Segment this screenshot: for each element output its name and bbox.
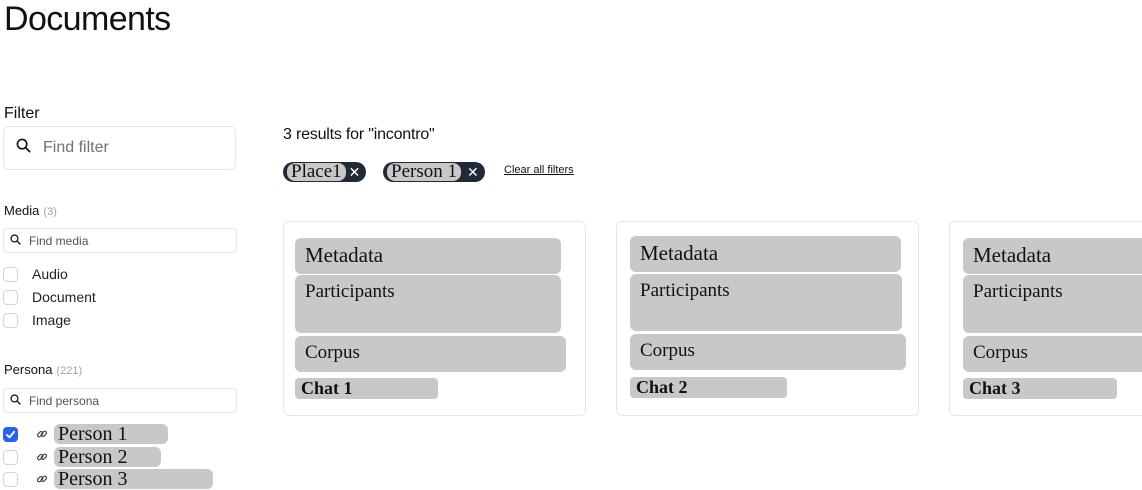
card-chat-title[interactable]: Chat 2 bbox=[630, 377, 787, 398]
media-option-label: Audio bbox=[32, 266, 68, 282]
card-metadata: Metadata bbox=[295, 238, 561, 274]
checkbox[interactable] bbox=[3, 266, 18, 282]
media-option-label: Document bbox=[32, 289, 96, 305]
close-icon[interactable]: ✕ bbox=[467, 163, 479, 181]
card-corpus: Corpus bbox=[295, 336, 566, 372]
persona-label: Person 1 bbox=[54, 424, 168, 444]
media-option-image[interactable]: Image bbox=[3, 309, 71, 331]
persona-section-title: Persona (221) bbox=[4, 362, 82, 377]
results-heading: 3 results for "incontro" bbox=[283, 126, 435, 143]
clear-all-filters-link[interactable]: Clear all filters bbox=[504, 164, 574, 176]
persona-option-person-1[interactable]: Person 1 bbox=[3, 423, 168, 445]
card-metadata: Metadata bbox=[963, 238, 1142, 274]
checkbox-checked[interactable] bbox=[3, 426, 18, 442]
card-metadata: Metadata bbox=[630, 236, 901, 272]
filter-chip-label: Person 1 bbox=[387, 162, 461, 181]
card-chat-title[interactable]: Chat 3 bbox=[963, 378, 1117, 399]
card-corpus: Corpus bbox=[630, 334, 906, 370]
checkbox[interactable] bbox=[3, 471, 18, 487]
find-media-input[interactable] bbox=[27, 232, 221, 249]
media-option-audio[interactable]: Audio bbox=[3, 263, 68, 285]
media-option-label: Image bbox=[32, 312, 71, 328]
card-participants: Participants bbox=[295, 275, 561, 333]
persona-label: Person 3 bbox=[54, 469, 213, 489]
media-option-document[interactable]: Document bbox=[3, 286, 96, 308]
filter-heading: Filter bbox=[4, 105, 40, 122]
find-filter-field[interactable] bbox=[3, 126, 236, 170]
find-persona-input[interactable] bbox=[27, 392, 221, 409]
media-section-title: Media (3) bbox=[4, 203, 57, 218]
persona-label: Person 2 bbox=[54, 447, 161, 467]
result-card[interactable]: Metadata Participants Corpus Chat 1 bbox=[283, 221, 586, 416]
find-persona-field[interactable] bbox=[3, 388, 237, 413]
persona-count: (221) bbox=[56, 365, 83, 377]
filter-chip-place1: Place1 ✕ bbox=[283, 162, 367, 182]
checkbox[interactable] bbox=[3, 289, 18, 305]
media-title: Media bbox=[4, 203, 40, 218]
search-icon bbox=[10, 392, 21, 410]
find-media-field[interactable] bbox=[3, 228, 237, 253]
card-participants: Participants bbox=[630, 274, 902, 331]
card-participants: Participants bbox=[963, 275, 1142, 333]
page-title: Documents bbox=[4, 0, 171, 38]
media-count: (3) bbox=[43, 206, 57, 218]
close-icon[interactable]: ✕ bbox=[349, 163, 361, 181]
link-icon bbox=[34, 449, 50, 465]
find-filter-input[interactable] bbox=[41, 138, 215, 158]
persona-option-person-2[interactable]: Person 2 bbox=[3, 446, 161, 468]
persona-option-person-3[interactable]: Person 3 bbox=[3, 468, 213, 490]
result-card[interactable]: Metadata Participants Corpus Chat 3 bbox=[949, 221, 1142, 416]
checkbox[interactable] bbox=[3, 449, 18, 465]
result-card[interactable]: Metadata Participants Corpus Chat 2 bbox=[616, 221, 919, 416]
link-icon bbox=[34, 426, 50, 442]
search-icon bbox=[10, 232, 21, 250]
checkmark-icon bbox=[5, 430, 16, 438]
filter-chip-label: Place1 bbox=[287, 162, 346, 181]
link-icon bbox=[34, 471, 50, 487]
card-corpus: Corpus bbox=[963, 336, 1142, 372]
persona-title: Persona bbox=[4, 362, 53, 377]
checkbox[interactable] bbox=[3, 312, 18, 328]
search-icon bbox=[16, 138, 31, 158]
filter-chip-person-1: Person 1 ✕ bbox=[383, 162, 485, 182]
card-chat-title[interactable]: Chat 1 bbox=[295, 378, 438, 399]
